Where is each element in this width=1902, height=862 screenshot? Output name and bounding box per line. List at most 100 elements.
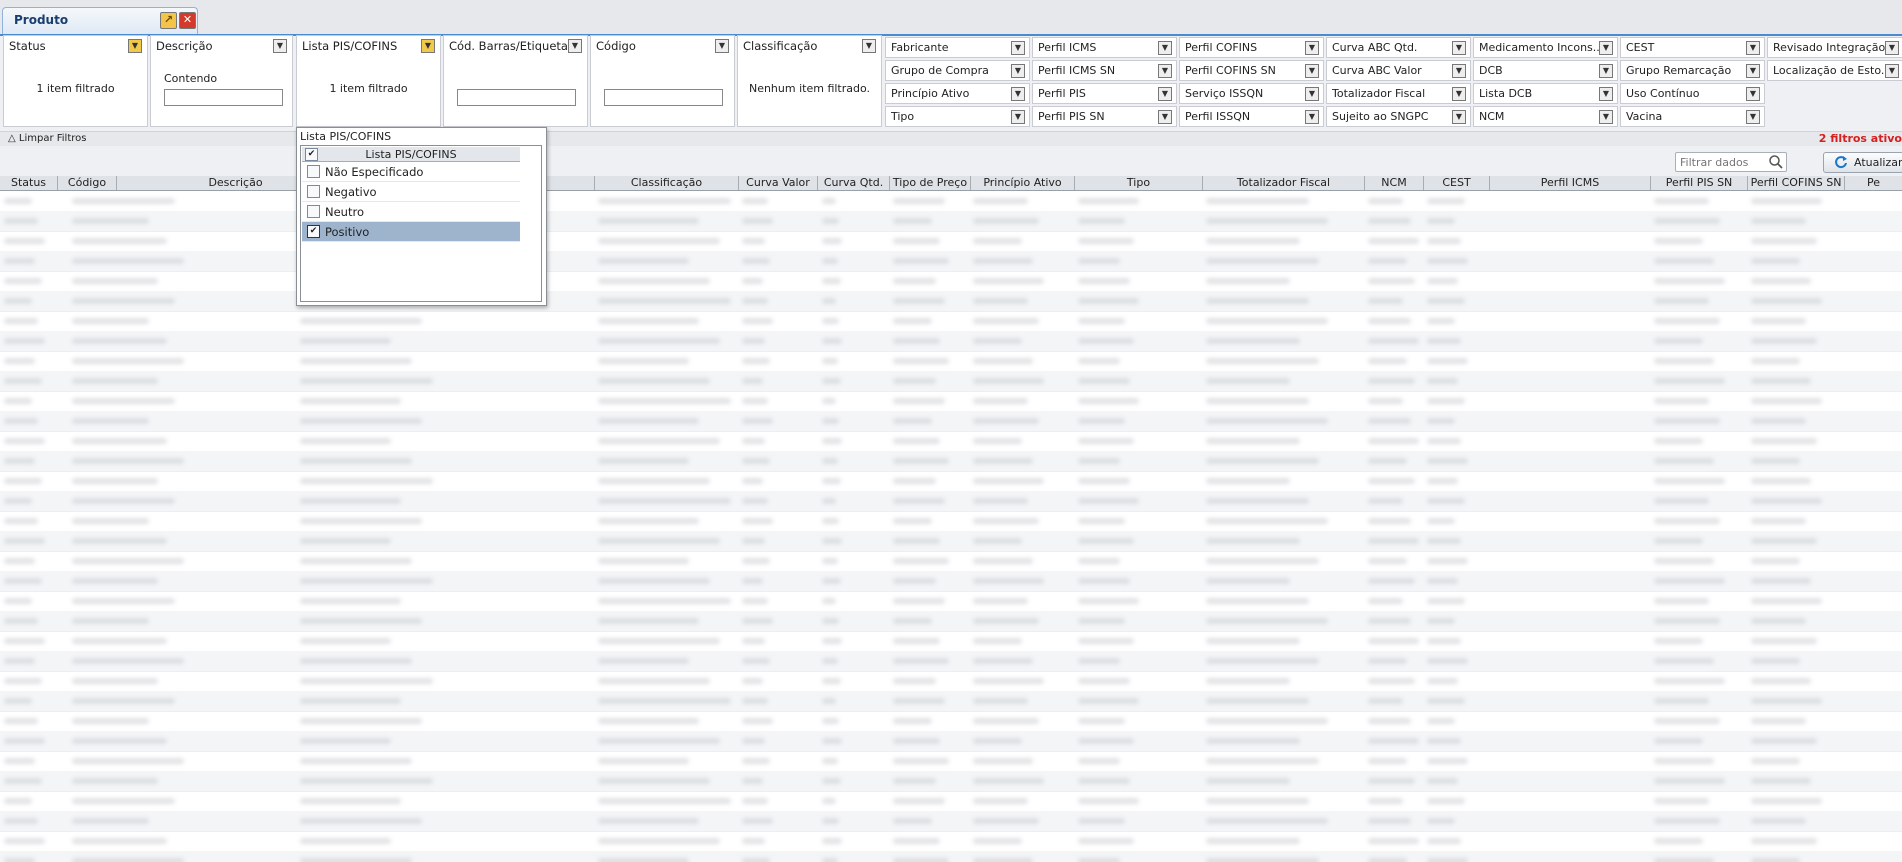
- filter-field[interactable]: Perfil ISSQN ▼: [1179, 106, 1324, 127]
- column-header-cest[interactable]: CEST: [1424, 176, 1490, 190]
- filter-funnel-icon[interactable]: ▼: [1011, 64, 1025, 78]
- table-row[interactable]: [0, 231, 1902, 252]
- column-header-curva-valor[interactable]: Curva Valor: [739, 176, 818, 190]
- item-checkbox-checked[interactable]: ✔: [307, 225, 320, 238]
- column-header-perfil-pis-sn[interactable]: Perfil PIS SN: [1651, 176, 1748, 190]
- filter-field[interactable]: DCB ▼: [1473, 60, 1618, 81]
- table-row[interactable]: [0, 211, 1902, 232]
- filter-field[interactable]: Totalizador Fiscal ▼: [1326, 83, 1471, 104]
- table-row[interactable]: [0, 391, 1902, 412]
- table-row[interactable]: [0, 811, 1902, 832]
- filter-lista-funnel-icon[interactable]: ▼: [421, 39, 435, 53]
- table-row[interactable]: [0, 431, 1902, 452]
- data-grid[interactable]: [0, 191, 1902, 862]
- filter-funnel-icon[interactable]: ▼: [1452, 41, 1466, 55]
- table-row[interactable]: [0, 831, 1902, 852]
- filter-field[interactable]: Grupo de Compra ▼: [885, 60, 1030, 81]
- table-row[interactable]: [0, 491, 1902, 512]
- filter-field[interactable]: Uso Contínuo ▼: [1620, 83, 1765, 104]
- table-row[interactable]: [0, 191, 1902, 212]
- filter-funnel-icon[interactable]: ▼: [1158, 41, 1172, 55]
- filter-funnel-icon[interactable]: ▼: [1158, 110, 1172, 124]
- column-header-codigo[interactable]: Código: [58, 176, 117, 190]
- table-row[interactable]: [0, 291, 1902, 312]
- close-icon[interactable]: ✕: [179, 12, 196, 29]
- filter-funnel-icon[interactable]: ▼: [1011, 41, 1025, 55]
- item-checkbox[interactable]: [307, 205, 320, 218]
- filter-codigo-input[interactable]: [604, 89, 723, 106]
- filter-field[interactable]: Vacina ▼: [1620, 106, 1765, 127]
- table-row[interactable]: [0, 851, 1902, 862]
- filter-funnel-icon[interactable]: ▼: [1746, 110, 1760, 124]
- table-row[interactable]: [0, 691, 1902, 712]
- column-header-totalizador[interactable]: Totalizador Fiscal: [1203, 176, 1365, 190]
- table-row[interactable]: [0, 731, 1902, 752]
- table-row[interactable]: [0, 551, 1902, 572]
- filter-funnel-icon[interactable]: ▼: [1885, 41, 1899, 55]
- filter-descricao-input[interactable]: [164, 89, 283, 106]
- table-row[interactable]: [0, 751, 1902, 772]
- filter-codbarras-funnel-icon[interactable]: ▼: [568, 39, 582, 53]
- filter-funnel-icon[interactable]: ▼: [1011, 87, 1025, 101]
- column-header-principio-ativo[interactable]: Princípio Ativo: [971, 176, 1075, 190]
- item-checkbox[interactable]: [307, 165, 320, 178]
- column-header-status[interactable]: Status: [0, 176, 58, 190]
- column-header-classificacao[interactable]: Classificação: [595, 176, 739, 190]
- filter-funnel-icon[interactable]: ▼: [1885, 64, 1899, 78]
- filter-field[interactable]: Perfil PIS ▼: [1032, 83, 1177, 104]
- popup-item-neutro[interactable]: Neutro: [302, 202, 520, 222]
- table-row[interactable]: [0, 571, 1902, 592]
- filter-field[interactable]: Localização de Esto... ▼: [1767, 60, 1902, 81]
- popup-item-nao-especificado[interactable]: Não Especificado: [302, 162, 520, 182]
- undock-icon[interactable]: ↗: [160, 12, 177, 29]
- table-row[interactable]: [0, 511, 1902, 532]
- filter-funnel-icon[interactable]: ▼: [1599, 110, 1613, 124]
- table-row[interactable]: [0, 451, 1902, 472]
- filter-field[interactable]: Curva ABC Valor ▼: [1326, 60, 1471, 81]
- column-header-perfil-icms[interactable]: Perfil ICMS: [1490, 176, 1651, 190]
- filter-field[interactable]: Perfil COFINS SN ▼: [1179, 60, 1324, 81]
- table-row[interactable]: [0, 591, 1902, 612]
- filter-classificacao-funnel-icon[interactable]: ▼: [862, 39, 876, 53]
- filter-descricao-funnel-icon[interactable]: ▼: [273, 39, 287, 53]
- column-header-perfil-cofins-sn[interactable]: Perfil COFINS SN: [1748, 176, 1845, 190]
- filter-field[interactable]: Fabricante ▼: [885, 37, 1030, 58]
- search-field[interactable]: [1675, 152, 1787, 172]
- filter-codigo-funnel-icon[interactable]: ▼: [715, 39, 729, 53]
- table-row[interactable]: [0, 311, 1902, 332]
- filter-field[interactable]: Sujeito ao SNGPC ▼: [1326, 106, 1471, 127]
- column-header-tipo-preco[interactable]: Tipo de Preço: [890, 176, 971, 190]
- filter-field[interactable]: Serviço ISSQN ▼: [1179, 83, 1324, 104]
- column-header-pe[interactable]: Pe: [1845, 176, 1902, 190]
- filter-field[interactable]: Tipo ▼: [885, 106, 1030, 127]
- filter-funnel-icon[interactable]: ▼: [1452, 110, 1466, 124]
- filter-field[interactable]: Perfil ICMS ▼: [1032, 37, 1177, 58]
- table-row[interactable]: [0, 771, 1902, 792]
- filter-field[interactable]: Perfil ICMS SN ▼: [1032, 60, 1177, 81]
- filter-field[interactable]: Curva ABC Qtd. ▼: [1326, 37, 1471, 58]
- filter-field[interactable]: Revisado Integração... ▼: [1767, 37, 1902, 58]
- table-row[interactable]: [0, 331, 1902, 352]
- column-header-curva-qtd[interactable]: Curva Qtd.: [818, 176, 890, 190]
- filter-field[interactable]: Perfil COFINS ▼: [1179, 37, 1324, 58]
- table-row[interactable]: [0, 631, 1902, 652]
- filter-funnel-icon[interactable]: ▼: [1305, 87, 1319, 101]
- column-header-tipo[interactable]: Tipo: [1075, 176, 1203, 190]
- filter-funnel-icon[interactable]: ▼: [1746, 64, 1760, 78]
- filter-field[interactable]: Medicamento Incons... ▼: [1473, 37, 1618, 58]
- column-header-ncm[interactable]: NCM: [1365, 176, 1424, 190]
- table-row[interactable]: [0, 651, 1902, 672]
- filter-field[interactable]: Grupo Remarcação ▼: [1620, 60, 1765, 81]
- table-row[interactable]: [0, 371, 1902, 392]
- search-icon[interactable]: [1768, 154, 1784, 170]
- filter-funnel-icon[interactable]: ▼: [1599, 41, 1613, 55]
- filter-funnel-icon[interactable]: ▼: [1305, 110, 1319, 124]
- filter-field[interactable]: Princípio Ativo ▼: [885, 83, 1030, 104]
- table-row[interactable]: [0, 411, 1902, 432]
- table-row[interactable]: [0, 531, 1902, 552]
- filter-field[interactable]: NCM ▼: [1473, 106, 1618, 127]
- search-input[interactable]: [1676, 153, 1770, 171]
- filter-funnel-icon[interactable]: ▼: [1746, 87, 1760, 101]
- table-row[interactable]: [0, 671, 1902, 692]
- filter-status-funnel-icon[interactable]: ▼: [128, 39, 142, 53]
